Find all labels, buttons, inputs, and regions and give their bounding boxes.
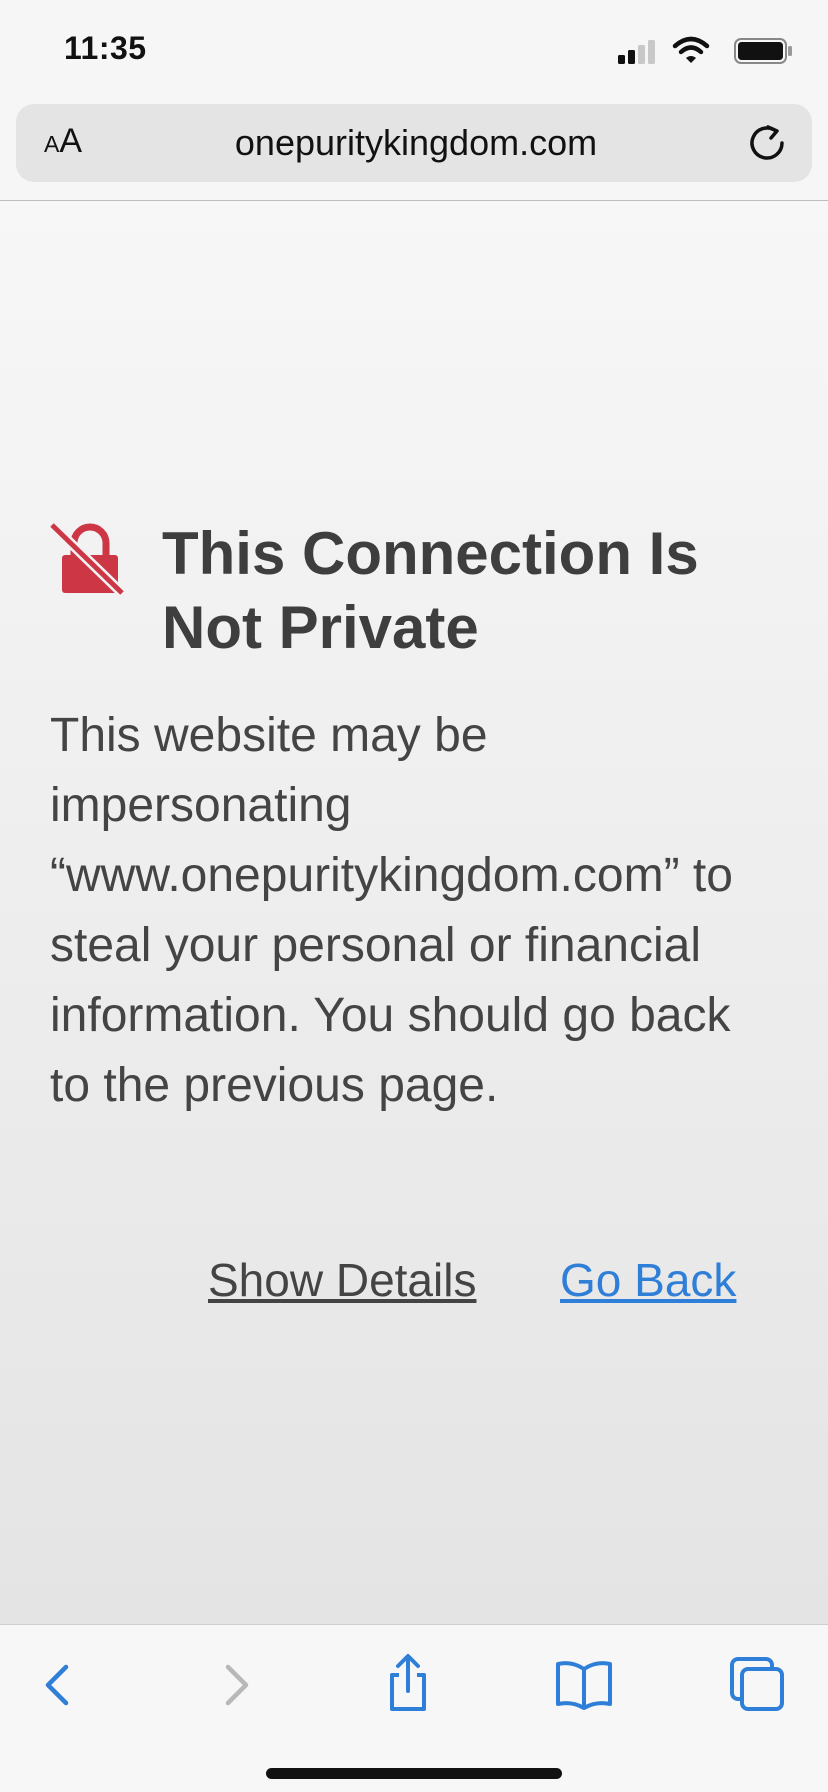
share-icon[interactable] [376,1651,440,1715]
reader-settings-button[interactable]: AA [44,122,104,166]
page-title: This Connection Is Not Private [162,520,699,661]
reload-icon[interactable] [746,122,788,164]
tabs-icon[interactable] [726,1651,790,1715]
go-back-link[interactable]: Go Back [560,1253,736,1307]
signal-icon [618,40,655,64]
book-icon[interactable] [552,1651,616,1715]
reader-label-small: A [44,131,60,157]
warning-page: This Connection Is Not Private This webs… [0,201,828,1624]
wifi-icon [672,36,710,63]
status-time: 11:35 [64,30,147,66]
warning-message: This website may be impersonating “www.o… [50,709,733,1112]
chevron-left-icon[interactable] [26,1651,90,1715]
bottom-toolbar [0,1624,828,1792]
broken-lock-icon [48,521,126,597]
status-bar: 11:35 [0,0,828,100]
chevron-right-icon[interactable] [204,1651,268,1715]
battery-icon [734,38,792,64]
show-details-link[interactable]: Show Details [208,1253,476,1307]
home-indicator [266,1768,562,1779]
url-text[interactable]: onepuritykingdom.com [166,122,666,164]
address-bar[interactable]: AA onepuritykingdom.com [16,104,812,182]
reader-label-large: A [59,122,83,160]
